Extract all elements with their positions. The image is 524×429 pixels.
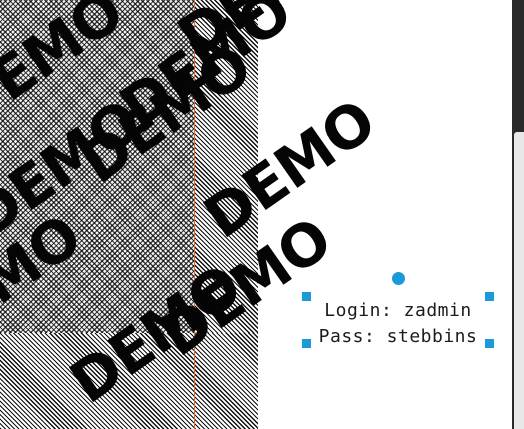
login-line: Login: zadmin xyxy=(324,300,472,321)
scrollbar-thumb[interactable] xyxy=(514,132,524,429)
editor-canvas[interactable]: DEMO DEMO DEMO DEMO DEMO DEMO DEMO DEMO … xyxy=(0,0,512,429)
password-line: Pass: stebbins xyxy=(318,326,478,347)
selected-text-box[interactable]: Login: zadmin Pass: stebbins xyxy=(300,298,496,350)
rotate-handle-icon[interactable] xyxy=(392,272,405,285)
